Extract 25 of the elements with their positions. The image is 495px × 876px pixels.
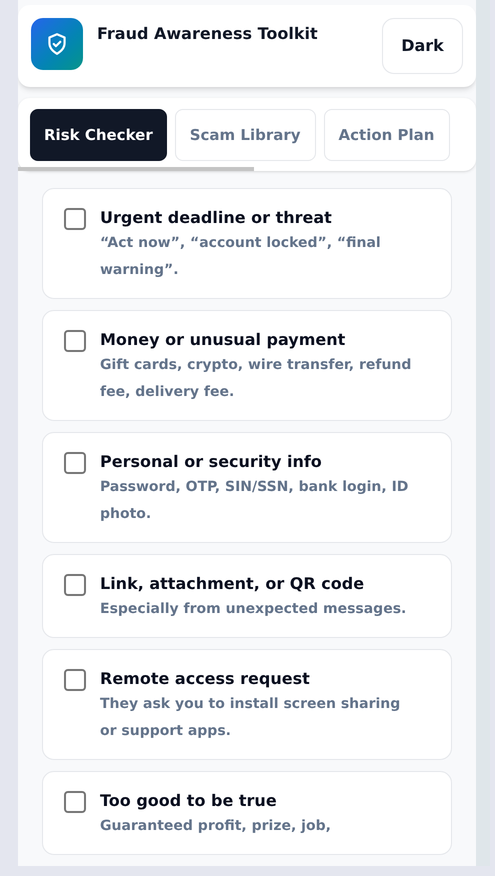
checklist-description: They ask you to install screen sharing or support apps. — [100, 695, 402, 741]
checklist-title: Money or unusual payment — [100, 329, 346, 351]
checklist-description: Gift cards, crypto, wire transfer, refund fee, delivery fee. — [100, 356, 412, 402]
checklist-title: Link, attachment, or QR code — [100, 573, 366, 595]
checklist-title: Remote access request — [100, 668, 311, 690]
checklist-description: Guaranteed profit, prize, job, — [100, 817, 331, 836]
checklist-title: Personal or security info — [100, 451, 323, 473]
checkbox[interactable] — [64, 452, 86, 474]
checkbox[interactable] — [64, 791, 86, 813]
checklist-description: “Act now”, “account locked”, “final warning”. — [100, 234, 382, 280]
app-title: Fraud Awareness Toolkit — [97, 23, 319, 45]
theme-button[interactable]: Dark — [382, 18, 463, 74]
checklist-description: Password, OTP, SIN/SSN, bank login, ID photo. — [100, 478, 410, 524]
checklist-title: Urgent deadline or threat — [100, 207, 333, 229]
tab[interactable]: Action Plan — [324, 109, 450, 161]
checkbox[interactable] — [64, 669, 86, 691]
checklist-title: Too good to be true — [100, 790, 278, 812]
shield-logo-icon — [31, 18, 83, 70]
checkbox[interactable] — [64, 208, 86, 230]
checklist-description: Especially from unexpected messages. — [100, 600, 406, 619]
checkbox[interactable] — [64, 574, 86, 596]
checkbox[interactable] — [64, 330, 86, 352]
tab[interactable]: Risk Checker — [30, 109, 167, 161]
tab[interactable]: Scam Library — [174, 109, 316, 161]
scrollbar[interactable] — [18, 167, 254, 171]
